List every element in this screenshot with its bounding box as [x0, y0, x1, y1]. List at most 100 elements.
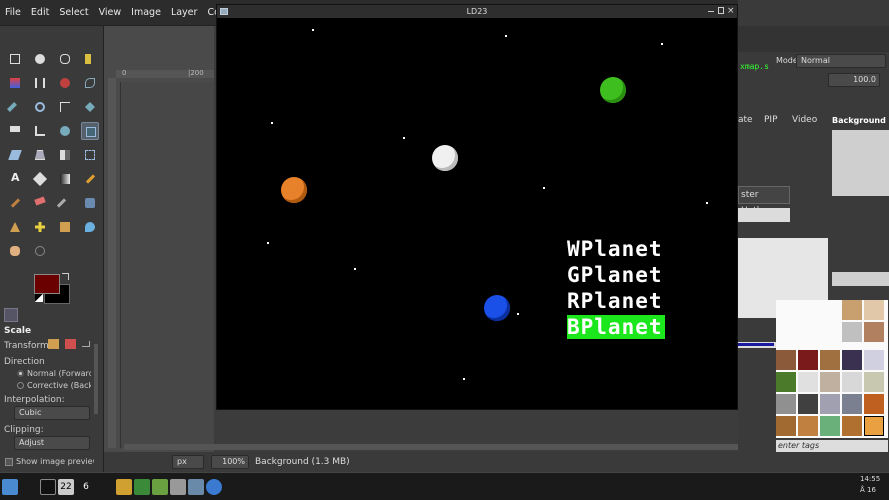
orange-planet[interactable] — [281, 177, 307, 203]
clipping-select[interactable]: Adjust — [14, 436, 90, 450]
pattern-swatch[interactable] — [864, 350, 884, 370]
bucket-fill-tool[interactable] — [31, 170, 49, 188]
transform-selection-icon[interactable] — [65, 339, 76, 349]
mode-select[interactable]: Normal — [796, 54, 886, 68]
blend-tool[interactable] — [56, 170, 74, 188]
scissors-tool[interactable] — [31, 74, 49, 92]
scale-tool[interactable] — [81, 122, 99, 140]
transform-path-icon[interactable] — [82, 341, 90, 347]
rect-select-tool[interactable] — [6, 50, 24, 68]
label-rplanet[interactable]: RPlanet — [567, 289, 663, 313]
pencil-tool[interactable] — [81, 170, 99, 188]
vertical-ruler[interactable] — [108, 78, 116, 448]
lasso-tool[interactable] — [56, 50, 74, 68]
browser-icon[interactable] — [206, 479, 222, 495]
pattern-swatch[interactable] — [798, 372, 818, 392]
window-menu-icon[interactable] — [220, 8, 228, 15]
horizontal-scrollbar[interactable] — [124, 444, 754, 450]
terminal-icon[interactable] — [40, 479, 56, 495]
fuzzy-select-tool[interactable] — [81, 50, 99, 68]
white-input-field[interactable] — [738, 208, 790, 222]
shear-tool[interactable] — [6, 146, 24, 164]
pattern-swatch[interactable] — [776, 372, 796, 392]
pattern-swatch[interactable] — [798, 416, 818, 436]
airbrush-tool[interactable] — [56, 194, 74, 212]
swap-colors-icon[interactable] — [62, 273, 69, 280]
workspace-item-6[interactable]: 6 — [78, 479, 94, 495]
show-preview-checkbox[interactable] — [5, 458, 13, 466]
pattern-swatch[interactable] — [842, 394, 862, 414]
foreground-select-tool[interactable] — [56, 74, 74, 92]
text-tool[interactable]: A — [6, 170, 24, 188]
ellipse-select-tool[interactable] — [31, 50, 49, 68]
window-icon[interactable] — [188, 479, 204, 495]
flip-tool[interactable] — [56, 146, 74, 164]
pattern-swatch[interactable] — [820, 372, 840, 392]
pattern-swatch[interactable] — [864, 394, 884, 414]
eraser-tool[interactable] — [31, 194, 49, 212]
pattern-swatch[interactable] — [776, 416, 796, 436]
unit-select[interactable]: px — [172, 455, 204, 469]
pattern-swatch[interactable] — [864, 322, 884, 342]
perspective-tool[interactable] — [31, 146, 49, 164]
opacity-field[interactable]: 100.0 — [828, 73, 880, 87]
pattern-swatch[interactable] — [798, 350, 818, 370]
maximize-icon[interactable] — [718, 7, 724, 14]
crop-tool[interactable] — [31, 122, 49, 140]
pattern-swatch[interactable] — [842, 322, 862, 342]
pattern-swatch[interactable] — [820, 394, 840, 414]
pattern-swatch[interactable] — [776, 394, 796, 414]
tool-options-tab[interactable] — [4, 308, 18, 322]
paintbrush-tool[interactable] — [6, 194, 24, 212]
pattern-swatch[interactable] — [864, 300, 884, 320]
pattern-swatch[interactable] — [776, 350, 796, 370]
app-icon[interactable] — [116, 479, 132, 495]
cage-tool[interactable] — [81, 146, 99, 164]
pattern-swatch[interactable] — [798, 394, 818, 414]
dodge-burn-tool[interactable] — [31, 242, 49, 260]
app-icon[interactable] — [134, 479, 150, 495]
pattern-swatch[interactable] — [842, 350, 862, 370]
interpolation-select[interactable]: Cubic — [14, 406, 90, 420]
smudge-tool[interactable] — [6, 242, 24, 260]
zoom-select[interactable]: 100% — [211, 455, 249, 469]
move-tool[interactable] — [81, 98, 99, 116]
pattern-swatch[interactable] — [864, 372, 884, 392]
direction-corrective-radio[interactable] — [17, 382, 24, 389]
perspective-clone-tool[interactable] — [56, 218, 74, 236]
label-gplanet[interactable]: GPlanet — [567, 263, 663, 287]
green-planet[interactable] — [600, 77, 626, 103]
blur-tool[interactable] — [81, 218, 99, 236]
blue-planet[interactable] — [484, 295, 510, 321]
paths-tool[interactable] — [81, 74, 99, 92]
pattern-swatch[interactable] — [820, 350, 840, 370]
color-select-tool[interactable] — [6, 74, 24, 92]
align-tool[interactable] — [6, 122, 24, 140]
transform-layer-icon[interactable] — [48, 339, 59, 349]
label-wplanet[interactable]: WPlanet — [567, 237, 663, 261]
panel-tab-video[interactable]: Video — [792, 115, 817, 125]
calc-icon[interactable] — [170, 479, 186, 495]
direction-normal-radio[interactable] — [17, 370, 24, 377]
close-icon[interactable]: × — [727, 5, 735, 18]
panel-tab-ate[interactable]: ate — [738, 115, 753, 125]
pattern-swatch[interactable] — [842, 300, 862, 320]
white-planet[interactable] — [432, 145, 458, 171]
heal-tool[interactable] — [31, 218, 49, 236]
layer-name[interactable]: Background — [832, 116, 886, 125]
zoom-tool[interactable] — [31, 98, 49, 116]
hotkey-button[interactable]: ster Hotkey — [738, 186, 790, 216]
clone-tool[interactable] — [6, 218, 24, 236]
workspace-item-22[interactable]: 22 — [58, 479, 74, 495]
game-window-titlebar[interactable]: LD23 × — [217, 5, 737, 18]
pattern-swatch-selected[interactable] — [864, 416, 884, 436]
pattern-swatch[interactable] — [842, 372, 862, 392]
reset-colors-icon[interactable] — [35, 294, 43, 302]
rotate-tool[interactable] — [56, 122, 74, 140]
minimize-icon[interactable] — [708, 11, 714, 12]
app-icon[interactable] — [152, 479, 168, 495]
ink-tool[interactable] — [81, 194, 99, 212]
measure-tool[interactable] — [56, 98, 74, 116]
app-menu-icon[interactable] — [2, 479, 18, 495]
panel-tab-pip[interactable]: PIP — [764, 115, 778, 125]
